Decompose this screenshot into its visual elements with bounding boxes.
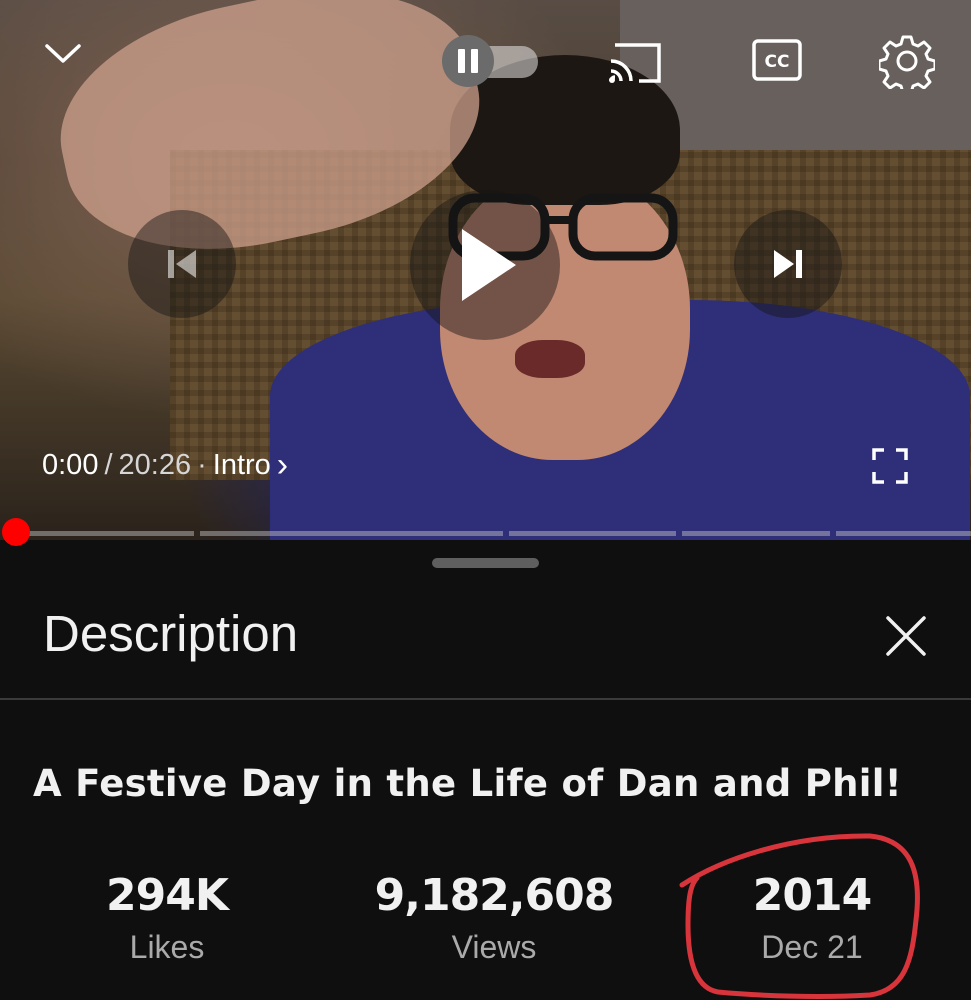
likes-count: 294K [106,870,229,921]
upload-date: Dec 21 [761,929,863,965]
video-player[interactable]: CC 0:00 / 20:26 · Intro › [0,0,971,540]
duration: 20:26 [118,449,192,481]
views-stat: 9,182,608 Views [364,870,624,966]
chevron-right-icon: › [276,446,289,484]
chapter-segment [200,531,503,536]
previous-button[interactable] [128,210,236,318]
next-icon [774,250,802,278]
autoplay-toggle[interactable] [440,34,540,88]
play-button[interactable] [410,190,560,340]
captions-icon: CC [752,39,802,81]
views-count: 9,182,608 [374,870,615,921]
chapter-segment [16,531,194,536]
video-title: A Festive Day in the Life of Dan and Phi… [33,762,902,805]
chapter-segment [836,531,971,536]
time-separator: / [104,449,113,481]
previous-icon [168,250,196,278]
fullscreen-icon [872,448,908,484]
captions-button[interactable]: CC [750,36,804,84]
views-label: Views [451,929,537,965]
close-icon [886,616,926,656]
upload-date-stat: 2014 Dec 21 [712,870,912,966]
chapter-title[interactable]: Intro [213,449,271,482]
minimize-button[interactable] [38,32,88,76]
play-icon [462,229,516,301]
description-panel: Description A Festive Day in the Life of… [0,540,971,1000]
likes-label: Likes [129,929,205,965]
cast-icon [609,43,661,83]
chapter-segment [509,531,676,536]
chevron-down-icon [45,44,81,63]
likes-stat: 294K Likes [67,870,267,966]
settings-button[interactable] [878,32,936,90]
chapter-segment [682,531,830,536]
next-button[interactable] [734,210,842,318]
progress-bar[interactable] [0,518,971,546]
upload-year: 2014 [752,870,872,921]
fullscreen-button[interactable] [868,444,912,488]
chapter-dot: · [197,449,207,481]
svg-text:CC: CC [765,52,790,72]
autoplay-toggle-icon [442,35,538,87]
video-frame-mouth [515,340,585,378]
panel-title: Description [43,605,299,662]
current-time: 0:00 [42,449,99,481]
drag-handle[interactable] [432,558,539,568]
divider [0,698,971,700]
close-button[interactable] [882,612,930,660]
progress-scrubber[interactable] [2,518,30,546]
settings-icon [879,35,935,89]
time-display[interactable]: 0:00 / 20:26 · Intro › [42,446,288,485]
cast-button[interactable] [606,36,666,86]
